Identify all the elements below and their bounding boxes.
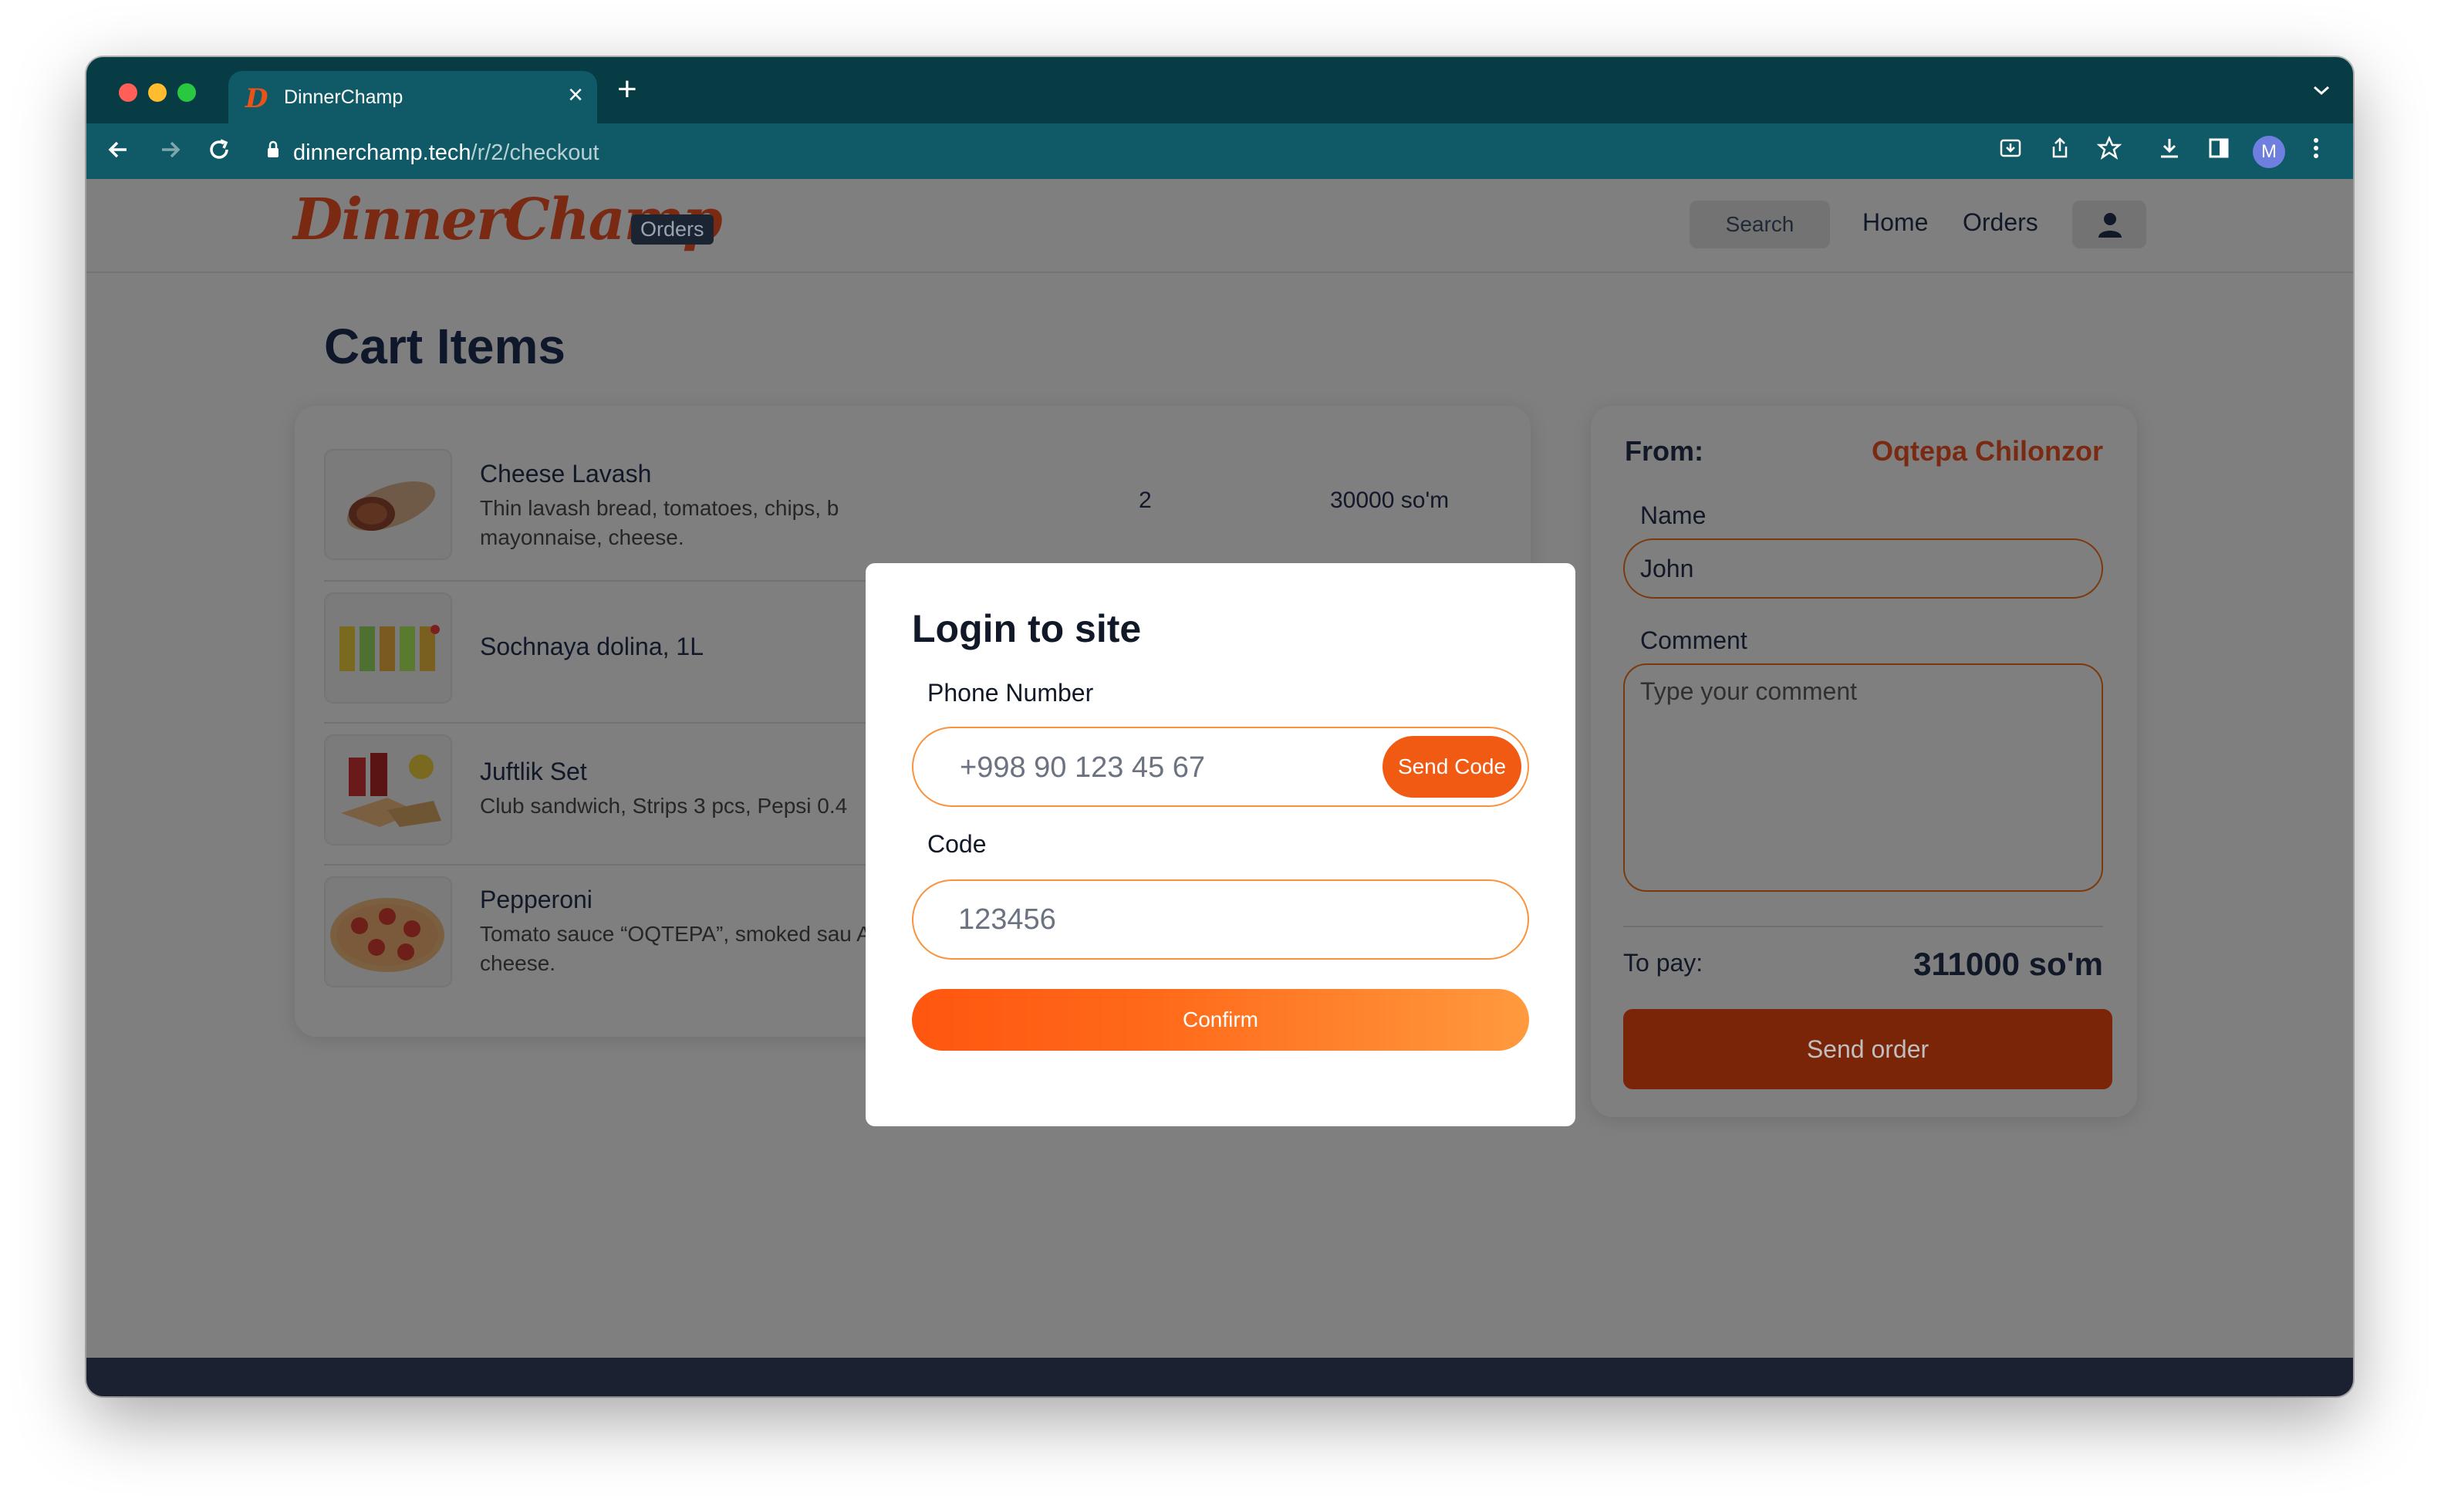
item-description: Tomato sauce “OQTEPA”, smoked sau Akbel … [480, 922, 911, 975]
tab-bar: D DinnerChamp × + [86, 57, 2353, 123]
favicon-icon: D [245, 83, 268, 114]
item-name: Sochnaya dolina, 1L [480, 633, 704, 660]
name-field[interactable] [1623, 538, 2103, 599]
item-name: Pepperoni [480, 886, 593, 913]
browser-window: D DinnerChamp × + dinnerchamp.tech/r/2/c… [86, 57, 2353, 1396]
install-app-icon[interactable] [1998, 136, 2023, 167]
url-host: dinnerchamp.tech [293, 140, 471, 165]
url-text: dinnerchamp.tech/r/2/checkout [293, 140, 599, 166]
user-menu-button[interactable] [2072, 201, 2146, 248]
juftlik-set-image [324, 734, 452, 845]
minimize-window-button[interactable] [148, 83, 167, 102]
logo-badge: Orders [631, 214, 714, 245]
from-label: From: [1625, 435, 1703, 467]
close-window-button[interactable] [119, 83, 137, 102]
tab-close-icon[interactable]: × [568, 80, 583, 110]
browser-tab[interactable]: D DinnerChamp × [228, 71, 597, 123]
restaurant-name: Oqtepa Chilonzor [1872, 435, 2103, 467]
quantity-value: 2 [1139, 488, 1152, 513]
item-description: Club sandwich, Strips 3 pcs, Pepsi 0.4 [480, 794, 848, 818]
bookmark-star-icon[interactable] [2096, 135, 2122, 167]
profile-avatar[interactable]: M [2253, 136, 2285, 168]
url-path: /r/2/checkout [471, 140, 599, 165]
phone-input[interactable] [958, 745, 1362, 790]
address-bar[interactable]: dinnerchamp.tech/r/2/checkout [252, 131, 2065, 171]
browser-menu-icon[interactable] [2308, 136, 2324, 167]
phone-field-wrapper: Send Code [912, 727, 1529, 807]
item-price: 30000 so'm [1330, 488, 1450, 513]
to-pay-total: 311000 so'm [1913, 946, 2103, 982]
send-order-button[interactable]: Send order [1623, 1009, 2112, 1089]
code-label: Code [927, 830, 987, 858]
download-icon[interactable] [2157, 136, 2182, 167]
order-summary: From: Oqtepa Chilonzor Name Comment To p… [1591, 406, 2137, 1117]
share-icon[interactable] [2048, 136, 2072, 167]
item-description: Thin lavash bread, tomatoes, chips, b ma… [480, 496, 839, 549]
comment-field[interactable] [1623, 663, 2103, 892]
cart-item: Cheese Lavash Thin lavash bread, tomatoe… [324, 449, 1501, 565]
pepperoni-pizza-image [324, 876, 452, 987]
user-icon [2098, 213, 2122, 238]
comment-label: Comment [1640, 626, 1747, 654]
code-input[interactable] [912, 879, 1529, 960]
login-modal: Login to site Phone Number Send Code Cod… [866, 563, 1575, 1126]
nav-home-link[interactable]: Home [1862, 208, 1928, 237]
juice-bottles-image [324, 592, 452, 704]
footer-bar [86, 1358, 2353, 1396]
confirm-button[interactable]: Confirm [912, 989, 1529, 1051]
browser-toolbar: dinnerchamp.tech/r/2/checkout M [86, 123, 2353, 179]
cart-title: Cart Items [324, 319, 566, 374]
maximize-window-button[interactable] [177, 83, 196, 102]
site-header: DinnerChamp Orders Search Home Orders [86, 179, 2353, 273]
item-name: Juftlik Set [480, 758, 587, 785]
item-name: Cheese Lavash [480, 460, 652, 488]
nav-orders-link[interactable]: Orders [1963, 208, 2038, 237]
side-panel-icon[interactable] [2206, 136, 2231, 167]
tab-title: DinnerChamp [284, 86, 403, 108]
reload-icon[interactable] [204, 134, 235, 171]
search-button[interactable]: Search [1690, 201, 1830, 248]
name-label: Name [1640, 501, 1707, 529]
summary-divider [1623, 926, 2103, 927]
send-code-button[interactable]: Send Code [1383, 736, 1521, 798]
cheese-lavash-image [324, 449, 452, 560]
lock-icon [268, 140, 279, 157]
modal-title: Login to site [912, 607, 1142, 650]
tab-search-icon[interactable] [2311, 79, 2331, 103]
phone-label: Phone Number [927, 679, 1094, 707]
new-tab-icon[interactable]: + [617, 73, 637, 106]
forward-icon[interactable] [154, 134, 185, 171]
page-content: DinnerChamp Orders Search Home Orders Ca… [86, 179, 2353, 1396]
to-pay-label: To pay: [1623, 949, 1703, 977]
back-icon[interactable] [103, 134, 134, 171]
